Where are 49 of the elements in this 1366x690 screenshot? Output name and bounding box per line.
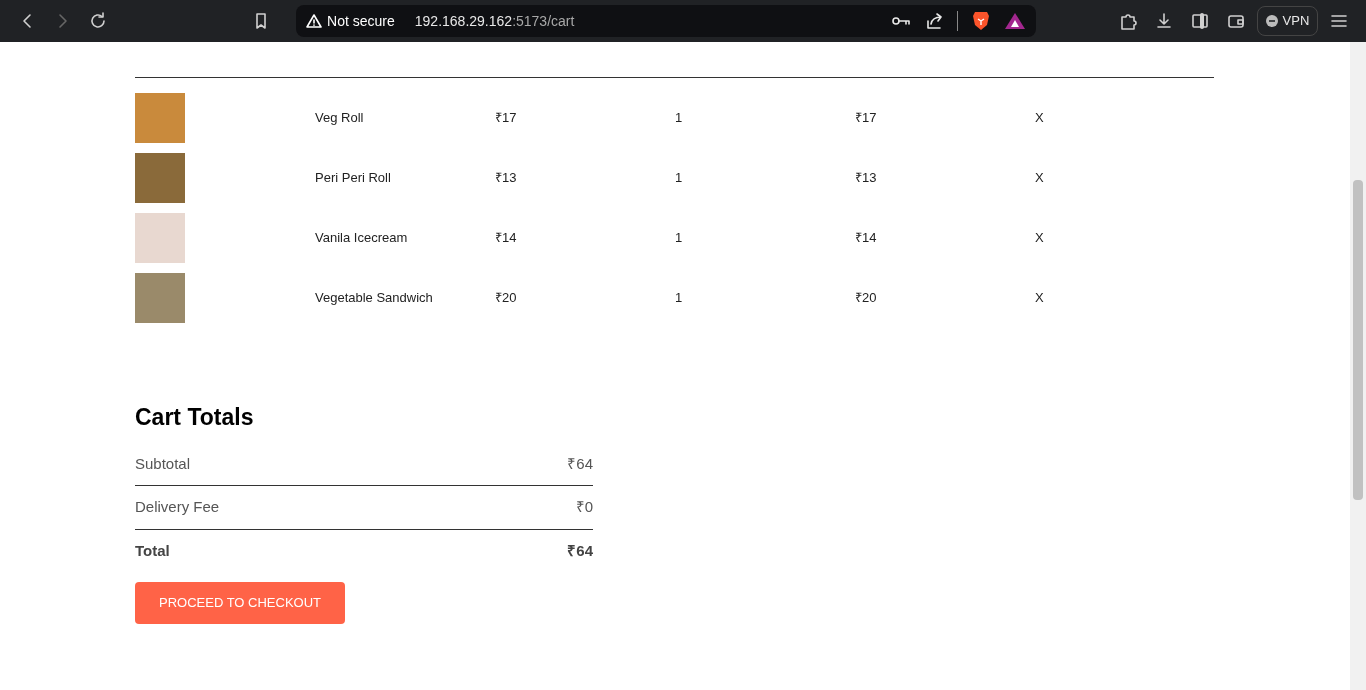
warning-icon xyxy=(306,13,323,29)
item-quantity: 1 xyxy=(675,170,683,186)
share-icon[interactable] xyxy=(925,12,944,30)
item-total: ₹13 xyxy=(855,170,877,186)
security-label[interactable]: Not secure xyxy=(327,10,395,32)
item-quantity: 1 xyxy=(675,230,683,246)
scrollbar-thumb[interactable] xyxy=(1353,180,1363,500)
item-title: Vegetable Sandwich xyxy=(315,290,433,306)
remove-link[interactable]: X xyxy=(1035,290,1044,306)
item-title: Veg Roll xyxy=(315,110,364,126)
item-total: ₹20 xyxy=(855,290,877,306)
item-price: ₹17 xyxy=(495,110,517,126)
totals-label: Delivery Fee xyxy=(135,497,220,517)
totals-value: ₹64 xyxy=(567,453,593,474)
totals-label: Total xyxy=(135,540,170,561)
remove-link[interactable]: X xyxy=(1035,110,1044,126)
item-price: ₹20 xyxy=(495,290,517,306)
vpn-button[interactable]: VPN xyxy=(1256,6,1319,36)
totals-label: Subtotal xyxy=(135,453,191,474)
reload-icon[interactable] xyxy=(89,12,108,30)
item-price: ₹13 xyxy=(495,170,517,186)
item-price: ₹14 xyxy=(495,230,517,246)
remove-link[interactable]: X xyxy=(1035,230,1044,246)
food-photo-placeholder xyxy=(135,93,185,143)
url-text[interactable]: 192.168.29.162:5173/cart xyxy=(414,10,575,32)
totals-value: ₹64 xyxy=(567,540,593,561)
item-quantity: 1 xyxy=(675,110,683,126)
item-quantity: 1 xyxy=(675,290,683,306)
item-title: Vanila Icecream xyxy=(315,230,408,246)
food-photo-placeholder xyxy=(135,213,185,263)
lion-logo-icon[interactable] xyxy=(972,11,991,31)
menu-icon[interactable] xyxy=(1330,12,1349,30)
wallet-icon[interactable] xyxy=(1226,12,1245,30)
food-photo-placeholder xyxy=(135,273,185,323)
item-total: ₹17 xyxy=(855,110,877,126)
address-bar[interactable]: Not secure 192.168.29.162:5173/cart xyxy=(296,5,1037,37)
item-title: Peri Peri Roll xyxy=(315,170,391,186)
triangle-logo-icon[interactable] xyxy=(1004,12,1027,30)
download-icon[interactable] xyxy=(1155,12,1174,30)
totals-value: ₹0 xyxy=(575,497,593,517)
food-photo-placeholder xyxy=(135,153,185,203)
remove-link[interactable]: X xyxy=(1035,170,1044,186)
scrollbar[interactable] xyxy=(1350,42,1366,690)
puzzle-icon[interactable] xyxy=(1119,12,1138,30)
minus-circle-icon xyxy=(1265,15,1278,27)
item-total: ₹14 xyxy=(855,230,877,246)
sidebar-icon[interactable] xyxy=(1190,12,1209,30)
cart-totals-heading: Cart Totals xyxy=(135,403,255,432)
key-icon[interactable] xyxy=(891,14,912,28)
